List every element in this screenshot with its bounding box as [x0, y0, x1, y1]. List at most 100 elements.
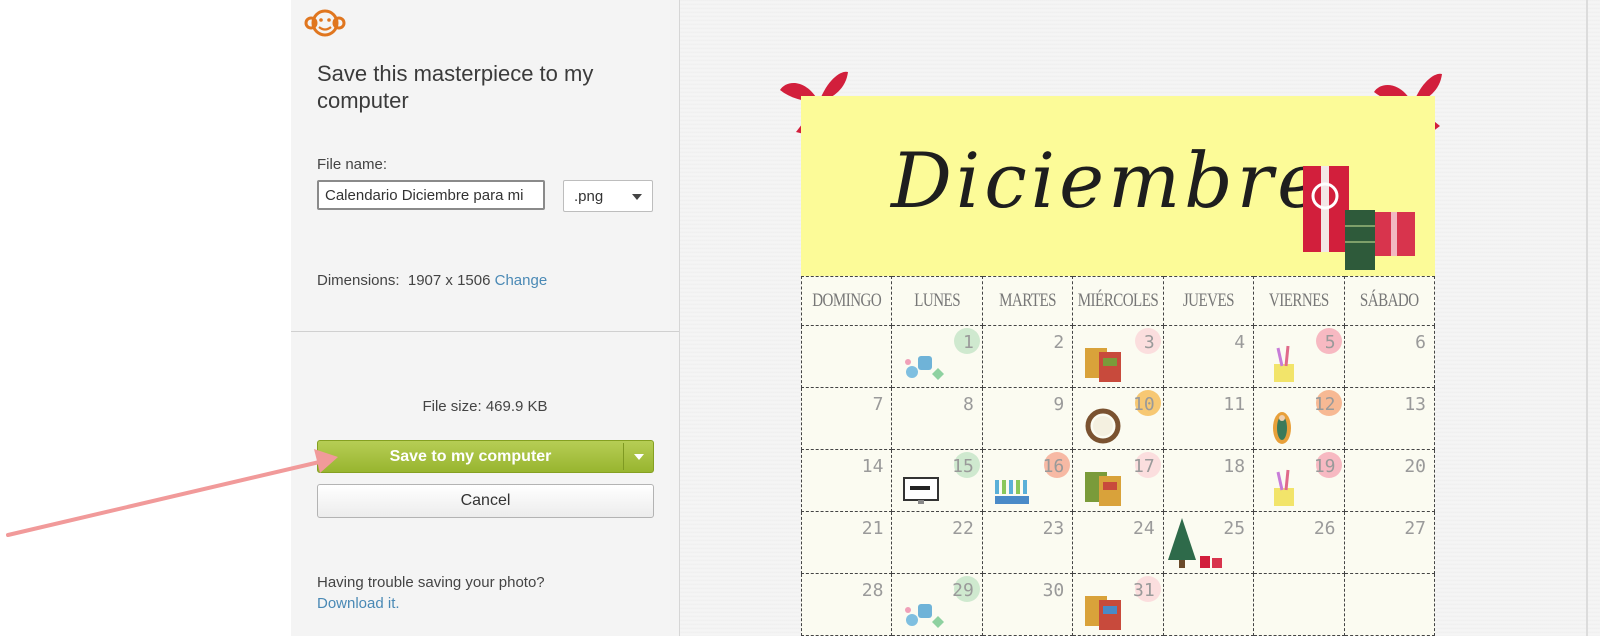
- day-number: 23: [1042, 518, 1065, 539]
- day-cell: 17: [1072, 449, 1164, 512]
- day-number: 21: [861, 518, 884, 539]
- day-cell: 11: [1162, 387, 1255, 450]
- weekday-label: VIERNES: [1253, 269, 1345, 333]
- craft-supplies-sticker-icon: [1274, 345, 1295, 382]
- dimensions-label: Dimensions:: [317, 272, 400, 289]
- day-number: 17: [1133, 456, 1155, 477]
- day-number: 1: [963, 332, 974, 353]
- trouble-text: Having trouble saving your photo?: [317, 574, 545, 591]
- file-name-input[interactable]: [317, 180, 545, 210]
- day-cell: 25: [1162, 511, 1255, 574]
- day-cell: 15: [891, 449, 983, 512]
- save-dialog-panel: Save this masterpiece to my computer Fil…: [291, 0, 680, 636]
- day-cell: 8: [891, 387, 983, 450]
- weekday-label: LUNES: [891, 269, 983, 333]
- day-number: 28: [861, 580, 884, 601]
- day-number: 26: [1313, 518, 1336, 539]
- day-number: 15: [952, 456, 974, 477]
- calendar-header: Diciembre: [801, 96, 1435, 276]
- day-cell: 16: [981, 449, 1074, 512]
- weekday-label: SÁBADO: [1343, 269, 1436, 333]
- month-title: Diciembre: [891, 136, 1327, 225]
- annotation-arrow-icon: [6, 449, 338, 537]
- day-cell: [1343, 573, 1436, 636]
- day-number: 24: [1133, 518, 1155, 539]
- calendar-grid: DOMINGO LUNES MARTES MIÉRCOLES JUEVES VI…: [800, 269, 1436, 636]
- day-number: 10: [1133, 394, 1155, 415]
- day-cell: 3: [1072, 325, 1164, 388]
- picmonkey-logo-icon: [304, 9, 346, 37]
- day-number: 25: [1223, 518, 1246, 539]
- day-number: 2: [1053, 332, 1065, 353]
- day-number: 31: [1133, 580, 1155, 601]
- day-cell: [1253, 573, 1345, 636]
- download-it-link[interactable]: Download it.: [317, 593, 545, 614]
- day-number: 29: [952, 580, 974, 601]
- weekday-label: MIÉRCOLES: [1072, 269, 1164, 333]
- birthday-candles-sticker-icon: [994, 480, 1029, 504]
- magazines-sticker-icon: [1085, 472, 1122, 506]
- day-cell: 28: [800, 573, 893, 636]
- day-number: 9: [1053, 394, 1065, 415]
- save-to-computer-button[interactable]: Save to my computer: [317, 440, 654, 473]
- day-number: 8: [963, 394, 974, 415]
- day-cell: [800, 325, 893, 388]
- day-cell: 27: [1343, 511, 1436, 574]
- day-cell: 14: [800, 449, 893, 512]
- day-number: 7: [872, 394, 884, 415]
- chevron-down-icon: [632, 194, 642, 200]
- cancel-button[interactable]: Cancel: [317, 484, 654, 518]
- gift-boxes-icon: [1303, 166, 1415, 270]
- day-cell: 7: [800, 387, 893, 450]
- magazines-sticker-icon: [1085, 596, 1122, 630]
- day-cell: 21: [800, 511, 893, 574]
- day-number: 3: [1143, 332, 1155, 353]
- day-cell: 20: [1343, 449, 1436, 512]
- day-number: 6: [1415, 332, 1426, 353]
- virgin-guadalupe-sticker-icon: [1273, 412, 1292, 444]
- day-number: 4: [1234, 332, 1246, 353]
- calendar-week-row: 7 8 9 10 11 12 13: [800, 387, 1436, 450]
- day-number: 16: [1042, 456, 1065, 477]
- day-number: 22: [952, 518, 974, 539]
- day-cell: 2: [981, 325, 1074, 388]
- day-number: 11: [1223, 394, 1246, 415]
- weekday-label: JUEVES: [1162, 269, 1255, 333]
- social-media-sticker-icon: [905, 356, 945, 380]
- trouble-saving-note: Having trouble saving your photo? Downlo…: [317, 572, 545, 614]
- dialog-title: Save this masterpiece to my computer: [317, 61, 594, 113]
- day-cell: 24: [1072, 511, 1164, 574]
- day-number: 30: [1042, 580, 1065, 601]
- day-cell: 30: [981, 573, 1074, 636]
- day-number: 20: [1404, 456, 1426, 477]
- day-number: 12: [1313, 394, 1336, 415]
- day-cell: 19: [1253, 449, 1345, 512]
- calendar-week-row: 21 22 23 24 25 26 27: [800, 511, 1436, 574]
- day-cell: 4: [1162, 325, 1255, 388]
- day-cell: 5: [1253, 325, 1345, 388]
- day-cell: 23: [981, 511, 1074, 574]
- day-cell: 31: [1072, 573, 1164, 636]
- day-cell: 12: [1253, 387, 1345, 450]
- day-cell: 6: [1343, 325, 1436, 388]
- day-number: 13: [1404, 394, 1426, 415]
- day-cell: 18: [1162, 449, 1255, 512]
- computer-sticker-icon: [903, 477, 940, 504]
- file-extension-select[interactable]: .png: [563, 180, 653, 212]
- weekday-label: DOMINGO: [800, 269, 893, 333]
- craft-supplies-sticker-icon: [1274, 469, 1295, 506]
- day-cell: 29: [891, 573, 983, 636]
- christmas-tree-sticker-icon: [1167, 518, 1222, 568]
- wreath-sticker-icon: [1085, 408, 1121, 444]
- calendar-week-row: 1 2 3 4 5 6: [800, 325, 1436, 388]
- day-number: 19: [1313, 456, 1336, 477]
- chevron-down-icon: [634, 454, 644, 460]
- scrollbar[interactable]: [1586, 0, 1588, 636]
- save-options-dropdown[interactable]: [624, 441, 654, 472]
- divider: [291, 331, 679, 332]
- weekday-header-row: DOMINGO LUNES MARTES MIÉRCOLES JUEVES VI…: [800, 269, 1436, 333]
- day-number: 27: [1404, 518, 1426, 539]
- day-cell: 9: [981, 387, 1074, 450]
- change-dimensions-link[interactable]: Change: [495, 272, 548, 289]
- social-media-sticker-icon: [905, 604, 945, 628]
